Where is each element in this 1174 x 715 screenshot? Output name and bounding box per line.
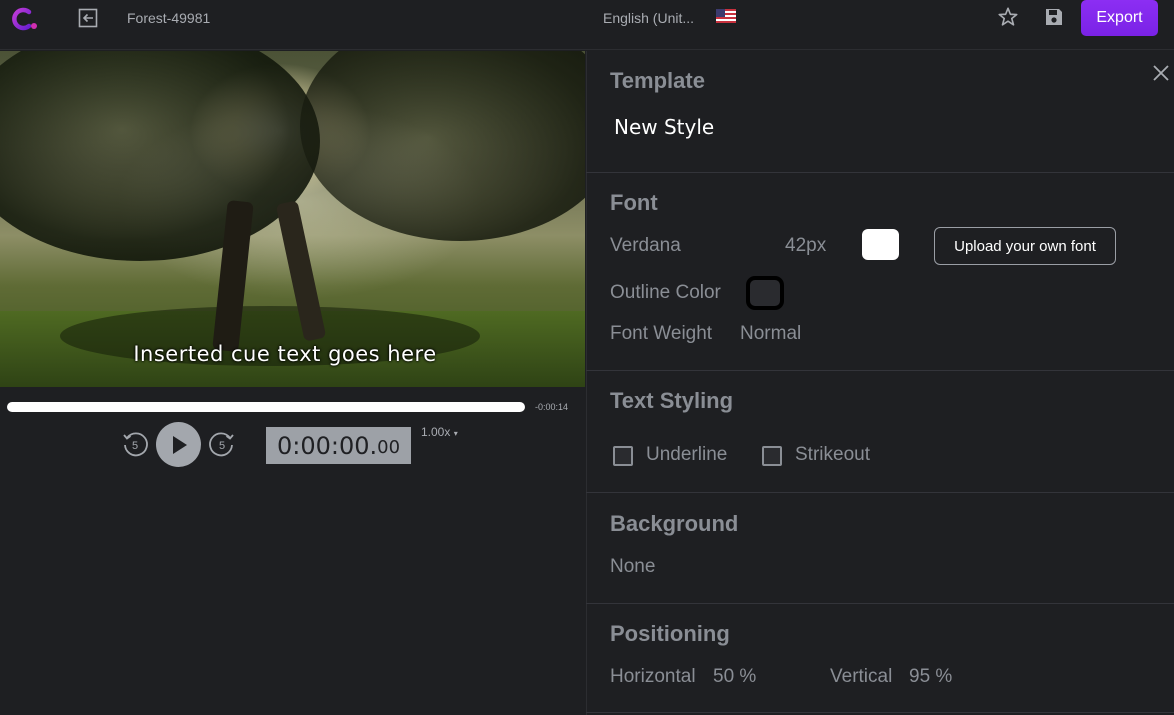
section-divider bbox=[586, 712, 1174, 713]
timecode-frames: 00 bbox=[377, 437, 401, 458]
section-divider bbox=[586, 603, 1174, 604]
font-heading: Font bbox=[610, 190, 658, 215]
horizontal-value[interactable]: 50 % bbox=[713, 666, 756, 688]
play-button[interactable] bbox=[156, 422, 201, 467]
template-heading: Template bbox=[610, 68, 705, 93]
timecode-main: 0:00:00. bbox=[276, 431, 378, 460]
timecode-field[interactable]: 0:00:00. 00 bbox=[266, 427, 411, 464]
playback-speed-dropdown[interactable]: 1.00x ▾ bbox=[421, 425, 458, 439]
font-weight-label: Font Weight bbox=[610, 323, 713, 344]
font-color-swatch[interactable] bbox=[862, 229, 899, 260]
forward-seconds: 5 bbox=[219, 440, 225, 452]
background-select[interactable]: None bbox=[610, 556, 655, 578]
speed-value: 1.00x bbox=[421, 425, 451, 439]
section-divider bbox=[586, 172, 1174, 173]
us-flag-icon[interactable] bbox=[716, 9, 736, 23]
rewind-5-icon[interactable]: 5 bbox=[121, 430, 149, 458]
strikeout-checkbox[interactable] bbox=[762, 446, 782, 466]
section-divider bbox=[586, 370, 1174, 371]
star-icon[interactable] bbox=[997, 6, 1019, 28]
underline-label[interactable]: Underline bbox=[646, 444, 727, 466]
font-size-field[interactable]: 42px bbox=[785, 235, 826, 257]
subtitle-cue: Inserted cue text goes here bbox=[133, 342, 437, 366]
play-icon bbox=[172, 435, 187, 454]
text-styling-heading: Text Styling bbox=[610, 388, 734, 413]
close-icon[interactable] bbox=[1152, 64, 1170, 82]
top-bar: Forest-49981 English (Unit... Export bbox=[0, 0, 1174, 50]
exit-icon[interactable] bbox=[78, 8, 98, 28]
positioning-heading: Positioning bbox=[610, 621, 730, 646]
background-heading: Background bbox=[610, 511, 739, 536]
project-name: Forest-49981 bbox=[127, 10, 211, 26]
outline-color-swatch[interactable] bbox=[746, 276, 784, 310]
video-preview[interactable]: Inserted cue text goes here bbox=[0, 51, 585, 387]
font-family-select[interactable]: Verdana bbox=[610, 235, 681, 257]
forward-5-icon[interactable]: 5 bbox=[208, 430, 236, 458]
save-icon[interactable] bbox=[1044, 7, 1064, 27]
vertical-label: Vertical bbox=[830, 666, 893, 687]
underline-checkbox[interactable] bbox=[613, 446, 633, 466]
upload-font-button[interactable]: Upload your own font bbox=[934, 227, 1116, 265]
horizontal-label: Horizontal bbox=[610, 666, 696, 687]
rewind-seconds: 5 bbox=[132, 440, 138, 452]
style-settings-panel bbox=[586, 51, 1174, 715]
progress-bar[interactable] bbox=[7, 402, 525, 412]
language-selector[interactable]: English (Unit... bbox=[603, 10, 694, 26]
section-divider bbox=[586, 492, 1174, 493]
caret-down-icon: ▾ bbox=[453, 429, 458, 438]
strikeout-label[interactable]: Strikeout bbox=[795, 444, 870, 466]
vertical-value[interactable]: 95 % bbox=[909, 666, 952, 688]
font-weight-select[interactable]: Normal bbox=[740, 323, 801, 345]
remaining-time: -0:00:14 bbox=[535, 402, 569, 412]
outline-color-label: Outline Color bbox=[610, 282, 721, 303]
export-button[interactable]: Export bbox=[1081, 0, 1158, 36]
logo-icon[interactable] bbox=[10, 6, 40, 32]
template-name[interactable]: New Style bbox=[614, 115, 714, 139]
